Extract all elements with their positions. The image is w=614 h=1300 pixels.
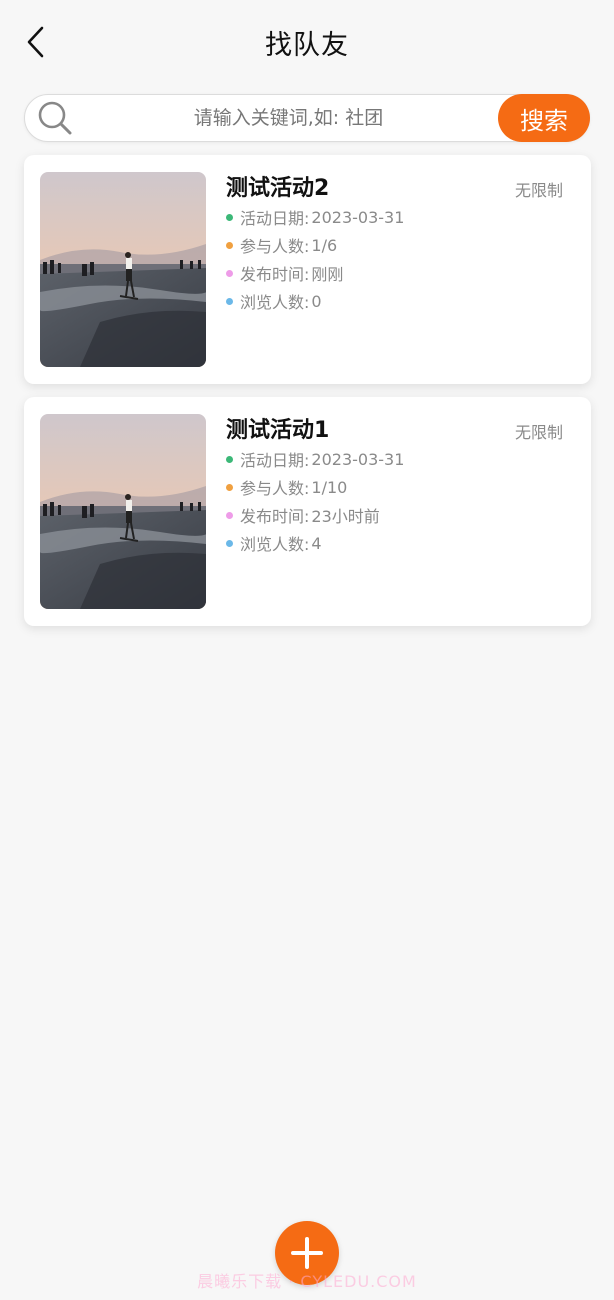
card-title: 测试活动2: [226, 176, 330, 201]
published-row: 发布时间: 刚刚: [226, 262, 343, 284]
watermark: 晨曦乐下载 · CYLEDU.COM: [197, 1272, 417, 1291]
participants-label: 参与人数:: [240, 237, 310, 256]
activity-card[interactable]: 测试活动2 无限制 活动日期: 2023-03-31 参与人数: 1/6 发布时…: [24, 155, 591, 384]
activity-thumbnail: [40, 172, 206, 367]
date-row: 活动日期: 2023-03-31: [226, 206, 404, 228]
search-bar: 搜索: [24, 94, 590, 142]
dot-icon: [226, 483, 233, 491]
dot-icon: [226, 241, 233, 249]
views-label: 浏览人数:: [240, 293, 310, 312]
date-value: 2023-03-31: [311, 207, 405, 227]
activity-card[interactable]: 测试活动1 无限制 活动日期: 2023-03-31 参与人数: 1/10 发布…: [24, 397, 591, 626]
views-value: 0: [311, 291, 322, 311]
activity-thumbnail: [40, 414, 206, 609]
participants-row: 参与人数: 1/10: [226, 476, 347, 498]
dot-icon: [226, 511, 233, 519]
search-input[interactable]: [79, 95, 498, 141]
dot-icon: [226, 213, 233, 221]
participants-value: 1/6: [311, 235, 338, 255]
participants-value: 1/10: [311, 477, 348, 497]
participants-label: 参与人数:: [240, 479, 310, 498]
views-row: 浏览人数: 0: [226, 290, 322, 312]
limit-badge: 无限制: [514, 181, 563, 200]
dot-icon: [226, 455, 233, 463]
header: 找队友: [0, 0, 614, 84]
views-row: 浏览人数: 4: [226, 532, 322, 554]
search-icon[interactable]: [31, 95, 79, 141]
date-row: 活动日期: 2023-03-31: [226, 448, 404, 470]
published-row: 发布时间: 23小时前: [226, 504, 380, 526]
participants-row: 参与人数: 1/6: [226, 234, 337, 256]
plus-icon: [291, 1237, 323, 1269]
page-title: 找队友: [265, 29, 349, 61]
published-value: 刚刚: [311, 265, 344, 284]
dot-icon: [226, 539, 233, 547]
views-value: 4: [311, 533, 322, 553]
back-button[interactable]: [18, 24, 54, 60]
published-value: 23小时前: [311, 507, 380, 526]
date-value: 2023-03-31: [311, 449, 405, 469]
limit-badge: 无限制: [514, 423, 563, 442]
dot-icon: [226, 269, 233, 277]
chevron-left-icon: [27, 26, 44, 58]
dot-icon: [226, 297, 233, 305]
published-label: 发布时间:: [240, 507, 310, 526]
date-label: 活动日期:: [240, 209, 310, 228]
views-label: 浏览人数:: [240, 535, 310, 554]
card-title: 测试活动1: [226, 418, 330, 443]
search-button[interactable]: 搜索: [498, 94, 590, 142]
date-label: 活动日期:: [240, 451, 310, 470]
published-label: 发布时间:: [240, 265, 310, 284]
